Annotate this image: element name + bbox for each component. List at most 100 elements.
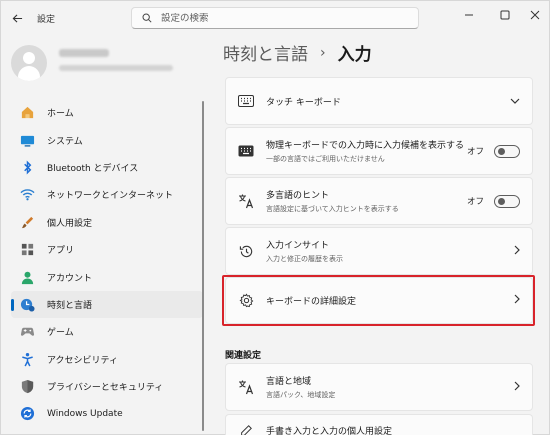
sidebar-item-privacy[interactable]: プライバシーとセキュリティ bbox=[11, 373, 203, 400]
shield-icon bbox=[19, 379, 35, 395]
card-title: 多言語のヒント bbox=[266, 191, 330, 201]
handwriting-personalization-card[interactable]: 手書き入力と入力の個人用設定 bbox=[225, 414, 533, 435]
home-icon bbox=[19, 105, 35, 121]
search-box[interactable] bbox=[131, 7, 419, 29]
card-text: 物理キーボードでの入力時に入力候補を表示する 一部の言語ではご利用いただけません bbox=[266, 138, 464, 164]
card-subtitle: 入力と修正の履歴を表示 bbox=[266, 255, 343, 263]
close-icon bbox=[530, 10, 540, 20]
sidebar-item-time-language[interactable]: 時刻と言語 bbox=[11, 290, 203, 319]
card-title: 入力インサイト bbox=[266, 241, 330, 251]
card-title: タッチ キーボード bbox=[266, 97, 341, 108]
sidebar-item-windows-update[interactable]: Windows Update bbox=[11, 400, 203, 427]
app-title: 設定 bbox=[37, 15, 56, 25]
card-title: 手書き入力と入力の個人用設定 bbox=[266, 427, 393, 435]
text-suggestions-card: 物理キーボードでの入力時に入力候補を表示する 一部の言語ではご利用いただけません… bbox=[225, 127, 533, 175]
card-text: 手書き入力と入力の個人用設定 bbox=[266, 424, 392, 435]
settings-window: 設定 ホーム bbox=[0, 0, 550, 435]
chevron-right-icon[interactable] bbox=[514, 381, 520, 394]
sidebar-item-label: ゲーム bbox=[47, 328, 74, 339]
breadcrumb-parent[interactable]: 時刻と言語 bbox=[223, 40, 308, 65]
gear-icon bbox=[238, 293, 254, 309]
brush-icon bbox=[19, 214, 35, 230]
sidebar-scrollbar[interactable] bbox=[202, 101, 204, 431]
back-button[interactable] bbox=[9, 10, 25, 26]
card-text: 多言語のヒント 言語設定に基づいて入力ヒントを表示する bbox=[266, 188, 399, 214]
advanced-keyboard-settings-card[interactable]: キーボードの詳細設定 bbox=[225, 277, 533, 324]
history-icon bbox=[238, 243, 254, 259]
maximize-icon bbox=[500, 10, 510, 20]
card-subtitle: 言語パック、地域設定 bbox=[266, 391, 336, 399]
multilingual-suggestions-card: 多言語のヒント 言語設定に基づいて入力ヒントを表示する オフ bbox=[225, 177, 533, 225]
card-text: 入力インサイト 入力と修正の履歴を表示 bbox=[266, 238, 343, 264]
pen-icon bbox=[238, 423, 254, 435]
chevron-right-icon[interactable] bbox=[514, 294, 520, 307]
language-icon bbox=[238, 193, 254, 209]
sidebar-item-system[interactable]: システム bbox=[11, 126, 203, 153]
language-region-card[interactable]: 言語と地域 言語パック、地域設定 bbox=[225, 363, 533, 411]
time-language-icon bbox=[19, 296, 35, 312]
toggle-wrap: オフ bbox=[466, 194, 520, 208]
keyboard-icon bbox=[238, 143, 254, 159]
typing-insights-card[interactable]: 入力インサイト 入力と修正の履歴を表示 bbox=[225, 227, 533, 275]
back-arrow-icon bbox=[12, 13, 22, 23]
sidebar-item-network[interactable]: ネットワークとインターネット bbox=[11, 181, 203, 208]
minimize-button[interactable] bbox=[451, 1, 487, 29]
sidebar-item-label: アクセシビリティ bbox=[47, 355, 119, 366]
related-settings-heading: 関連設定 bbox=[225, 351, 262, 361]
touch-keyboard-card[interactable]: タッチ キーボード bbox=[225, 77, 533, 125]
sidebar-item-label: 時刻と言語 bbox=[47, 300, 93, 311]
avatar bbox=[11, 45, 47, 81]
apps-icon bbox=[19, 242, 35, 258]
sidebar-item-label: ネットワークとインターネット bbox=[47, 191, 174, 202]
card-title: 物理キーボードでの入力時に入力候補を表示する bbox=[266, 141, 465, 151]
card-subtitle: 一部の言語ではご利用いただけません bbox=[266, 155, 385, 163]
search-icon bbox=[142, 13, 152, 23]
sidebar-item-personalization[interactable]: 個人用設定 bbox=[11, 209, 203, 236]
sidebar-item-accessibility[interactable]: アクセシビリティ bbox=[11, 346, 203, 373]
sidebar-item-label: アプリ bbox=[47, 246, 75, 257]
text-suggestions-toggle[interactable] bbox=[494, 144, 520, 158]
breadcrumb-separator: › bbox=[320, 44, 326, 61]
sidebar-item-accounts[interactable]: アカウント bbox=[11, 263, 203, 290]
sidebar-item-home[interactable]: ホーム bbox=[11, 99, 203, 126]
profile-name-blurred bbox=[59, 49, 109, 57]
toggle-state-label: オフ bbox=[466, 147, 484, 157]
gamepad-icon bbox=[19, 324, 35, 340]
chevron-right-icon[interactable] bbox=[514, 245, 520, 258]
sidebar-item-label: プライバシーとセキュリティ bbox=[47, 383, 164, 394]
bluetooth-icon bbox=[19, 159, 35, 175]
card-title: キーボードの詳細設定 bbox=[266, 297, 357, 307]
search-input[interactable] bbox=[161, 12, 401, 24]
breadcrumb: 時刻と言語 › 入力 bbox=[223, 40, 372, 66]
sidebar-item-bluetooth[interactable]: Bluetooth とデバイス bbox=[11, 154, 203, 181]
sidebar-nav: ホーム システム Bluetooth とデバイス ネットワークとインターネット … bbox=[11, 99, 203, 428]
language-icon bbox=[238, 379, 254, 395]
card-text: タッチ キーボード bbox=[266, 95, 341, 108]
sidebar-item-label: Bluetooth とデバイス bbox=[47, 163, 139, 174]
multilingual-toggle[interactable] bbox=[494, 194, 520, 208]
card-text: 言語と地域 言語パック、地域設定 bbox=[266, 374, 335, 400]
keyboard-icon bbox=[238, 93, 254, 109]
page-title: 入力 bbox=[337, 45, 372, 65]
card-subtitle: 言語設定に基づいて入力ヒントを表示する bbox=[266, 205, 399, 213]
wifi-icon bbox=[19, 187, 35, 203]
sidebar-item-label: ホーム bbox=[47, 109, 74, 120]
chevron-down-icon[interactable] bbox=[510, 96, 520, 107]
minimize-icon bbox=[465, 14, 473, 16]
accessibility-icon bbox=[19, 351, 35, 367]
close-button[interactable] bbox=[517, 1, 550, 29]
card-text: キーボードの詳細設定 bbox=[266, 294, 356, 307]
sidebar-item-label: Windows Update bbox=[47, 408, 123, 419]
sidebar-item-label: アカウント bbox=[47, 273, 93, 284]
account-icon bbox=[19, 269, 35, 285]
sidebar-item-label: 個人用設定 bbox=[47, 218, 93, 229]
user-profile[interactable] bbox=[11, 45, 211, 81]
update-icon bbox=[19, 406, 35, 422]
card-title: 言語と地域 bbox=[266, 377, 312, 387]
toggle-state-label: オフ bbox=[466, 197, 484, 207]
system-icon bbox=[19, 132, 35, 148]
profile-email-blurred bbox=[59, 65, 173, 71]
title-bar: 設定 bbox=[1, 1, 550, 35]
sidebar-item-gaming[interactable]: ゲーム bbox=[11, 318, 203, 345]
sidebar-item-apps[interactable]: アプリ bbox=[11, 236, 203, 263]
